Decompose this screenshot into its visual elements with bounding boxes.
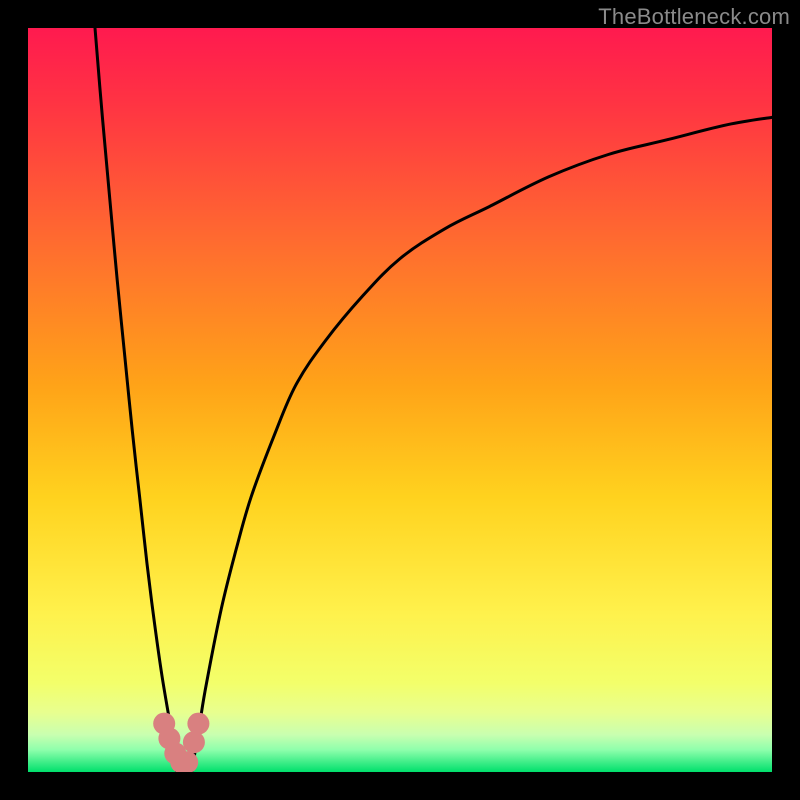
curve-markers <box>153 713 209 772</box>
curve-left-branch <box>95 28 177 772</box>
chart-frame: TheBottleneck.com <box>0 0 800 800</box>
watermark-text: TheBottleneck.com <box>598 4 790 30</box>
curve-marker <box>187 713 209 735</box>
bottleneck-curve <box>28 28 772 772</box>
plot-area <box>28 28 772 772</box>
curve-right-branch <box>192 117 772 772</box>
curve-marker <box>183 731 205 753</box>
